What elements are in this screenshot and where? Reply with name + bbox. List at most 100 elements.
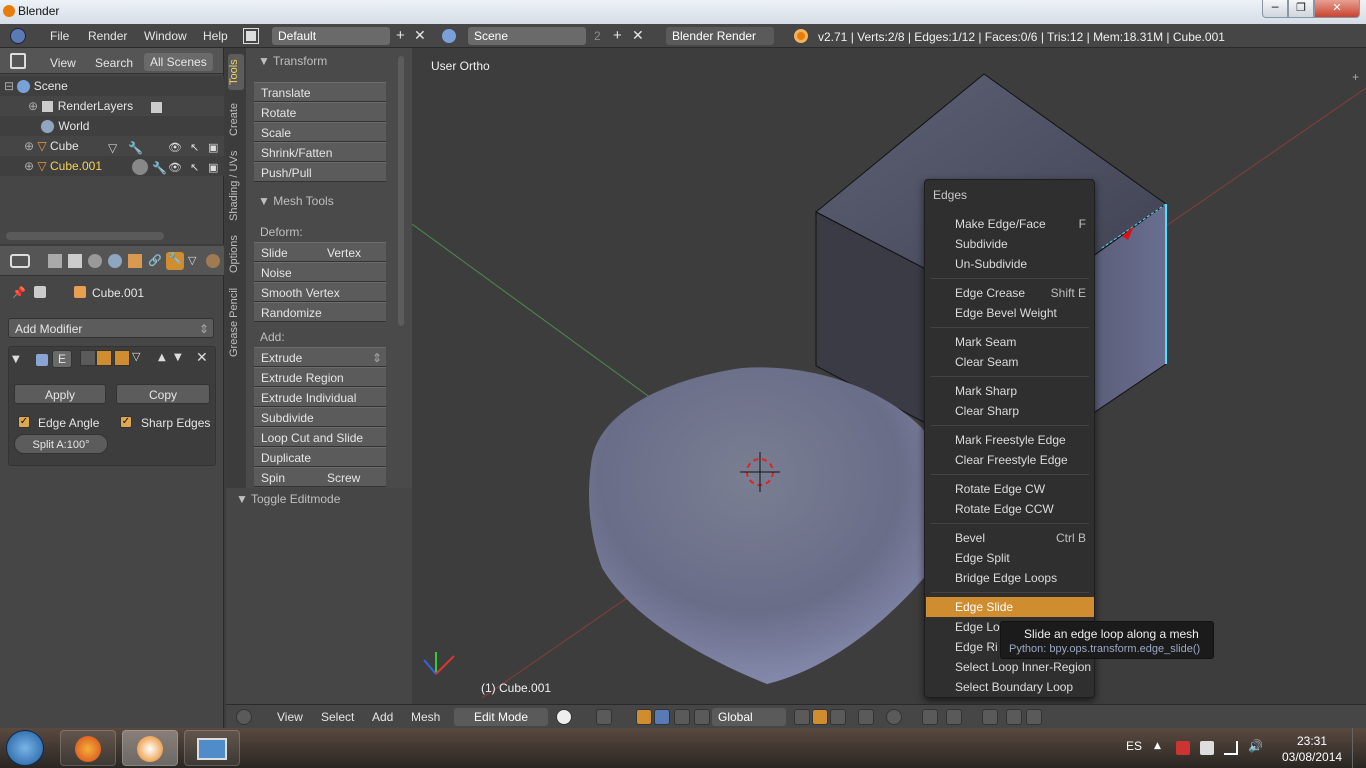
scene-icon[interactable]: [442, 29, 456, 43]
mode-select[interactable]: Edit Mode: [454, 708, 548, 726]
select-menu[interactable]: Select: [321, 710, 354, 724]
scale-manipulator-icon[interactable]: [694, 709, 710, 725]
viewport-toggle-icon[interactable]: [96, 350, 112, 366]
extrude-button[interactable]: Extrude ⇕: [254, 347, 386, 367]
close-button[interactable]: ✕: [1314, 0, 1360, 18]
render-engine-select[interactable]: Blender Render: [666, 27, 774, 45]
menu-item-rotate-edge-ccw[interactable]: Rotate Edge CCW: [926, 499, 1094, 519]
wrench-icon[interactable]: 🔧: [152, 161, 167, 175]
split-angle-field[interactable]: Split A:100°: [14, 434, 108, 454]
manipulator-icon[interactable]: [636, 709, 652, 725]
tray-device-icon[interactable]: [1200, 741, 1214, 755]
rotate-manipulator-icon[interactable]: [674, 709, 690, 725]
pivot-icon[interactable]: [596, 709, 612, 725]
remove-layout-icon[interactable]: ✕: [414, 27, 426, 44]
view-menu[interactable]: View: [277, 710, 303, 724]
scene-field[interactable]: Scene: [468, 27, 586, 45]
render-layer-icon[interactable]: [150, 101, 163, 114]
start-button[interactable]: [6, 730, 44, 766]
render-toggle-icon[interactable]: [80, 350, 96, 366]
menu-item-edge-bevel-weight[interactable]: Edge Bevel Weight: [926, 303, 1094, 323]
select-cursor-icon[interactable]: ↖: [190, 161, 199, 174]
orientation-select[interactable]: Global: [712, 708, 786, 726]
vertex-select-icon[interactable]: [794, 709, 810, 725]
smooth-vertex-button[interactable]: Smooth Vertex: [254, 282, 386, 302]
3d-view-editor-icon[interactable]: [236, 709, 252, 725]
menu-item-edge-crease[interactable]: Edge Crease Shift E: [926, 283, 1094, 303]
face-select-icon[interactable]: [830, 709, 846, 725]
select-cursor-icon[interactable]: ↖: [190, 141, 199, 154]
render-camera-icon[interactable]: ▣: [208, 161, 218, 174]
outliner-item-world[interactable]: World: [40, 119, 89, 139]
menu-item-bridge-edge-loops[interactable]: Bridge Edge Loops: [926, 568, 1094, 588]
taskbar-blender[interactable]: [122, 730, 178, 766]
menu-item-clear-sharp[interactable]: Clear Sharp: [926, 401, 1094, 421]
object-tab-icon[interactable]: [128, 254, 142, 268]
tab-tools[interactable]: Tools: [228, 54, 244, 90]
menu-item-mark-seam[interactable]: Mark Seam: [926, 332, 1094, 352]
proportional-edit-icon[interactable]: [886, 709, 902, 725]
duplicate-button[interactable]: Duplicate: [254, 447, 386, 467]
pin-icon[interactable]: 📌: [12, 286, 26, 299]
visibility-eye-icon[interactable]: 👁: [168, 141, 182, 154]
layout-grid-icon[interactable]: [243, 28, 259, 44]
outliner-item-scene[interactable]: ⊟ Scene: [4, 79, 68, 99]
subdivide-button[interactable]: Subdivide: [254, 407, 386, 427]
tab-grease-pencil[interactable]: Grease Pencil: [228, 284, 244, 360]
edge-angle-checkbox[interactable]: ✓: [18, 416, 30, 428]
menu-item-un-subdivide[interactable]: Un-Subdivide: [926, 254, 1094, 274]
extrude-region-button[interactable]: Extrude Region: [254, 367, 386, 387]
outliner-view-menu[interactable]: View: [50, 56, 76, 70]
spin-button[interactable]: Spin: [254, 467, 320, 487]
noise-button[interactable]: Noise: [254, 262, 386, 282]
push-pull-button[interactable]: Push/Pull: [254, 162, 386, 182]
network-icon[interactable]: [1224, 741, 1238, 755]
outliner-search-menu[interactable]: Search: [95, 56, 133, 70]
add-scene-icon[interactable]: +: [613, 27, 622, 44]
visibility-eye-icon[interactable]: 👁: [168, 161, 182, 174]
add-menu[interactable]: Add: [372, 710, 393, 724]
volume-icon[interactable]: 🔊: [1248, 739, 1263, 753]
slide-edge-button[interactable]: Slide Edge: [254, 242, 320, 274]
clock-date[interactable]: 03/08/2014: [1282, 750, 1342, 764]
randomize-button[interactable]: Randomize: [254, 302, 386, 322]
modifier-name-field[interactable]: E: [52, 350, 72, 368]
tool-shelf-scrollbar[interactable]: [398, 56, 404, 326]
outliner-item-cube001[interactable]: ⊕ ▽ Cube.001: [24, 159, 102, 179]
layout-field[interactable]: Default: [272, 27, 390, 45]
mesh-data-icon[interactable]: ▽: [108, 141, 117, 155]
render-layers-tab-icon[interactable]: [68, 254, 82, 268]
menu-item-mark-freestyle-edge[interactable]: Mark Freestyle Edge: [926, 430, 1094, 450]
menu-item-select-boundary-loop[interactable]: Select Boundary Loop: [926, 677, 1094, 697]
properties-toggle-icon[interactable]: +: [1352, 70, 1359, 84]
info-editor-icon[interactable]: [10, 28, 26, 44]
loop-cut-slide-button[interactable]: Loop Cut and Slide: [254, 427, 386, 447]
mesh-menu[interactable]: Mesh: [411, 710, 440, 724]
show-hidden-icons-icon[interactable]: ▲: [1154, 741, 1168, 755]
apply-button[interactable]: Apply: [14, 384, 106, 404]
clock-time[interactable]: 23:31: [1297, 734, 1327, 748]
menu-item-select-loop-inner-region[interactable]: Select Loop Inner-Region: [926, 657, 1094, 677]
constraints-tab-icon[interactable]: 🔗: [148, 254, 162, 267]
modifiers-tab-icon[interactable]: 🔧: [166, 252, 184, 270]
taskbar-photo-viewer[interactable]: [184, 730, 240, 766]
outliner-editor-icon[interactable]: [10, 53, 26, 69]
menu-render[interactable]: Render: [88, 29, 127, 43]
outliner-filter-select[interactable]: All Scenes: [144, 53, 213, 71]
render-camera-icon[interactable]: ▣: [208, 141, 218, 154]
menu-help[interactable]: Help: [203, 29, 228, 43]
toggle-editmode-header[interactable]: ▼ Toggle Editmode: [236, 492, 340, 506]
tab-options[interactable]: Options: [228, 232, 244, 276]
outliner-item-cube[interactable]: ⊕ ▽ Cube: [24, 139, 79, 159]
limit-selection-icon[interactable]: [858, 709, 874, 725]
minimize-button[interactable]: ─: [1262, 0, 1288, 18]
taskbar-firefox[interactable]: [60, 730, 116, 766]
render-animation-icon[interactable]: [1026, 709, 1042, 725]
properties-editor-icon[interactable]: [10, 254, 30, 268]
menu-item-clear-seam[interactable]: Clear Seam: [926, 352, 1094, 372]
menu-item-clear-freestyle-edge[interactable]: Clear Freestyle Edge: [926, 450, 1094, 470]
tab-create[interactable]: Create: [228, 98, 244, 140]
mesh-data-icon[interactable]: [132, 159, 148, 175]
sharp-edges-checkbox[interactable]: ✓: [120, 416, 132, 428]
transform-panel-header[interactable]: ▼ Transform: [258, 54, 327, 68]
